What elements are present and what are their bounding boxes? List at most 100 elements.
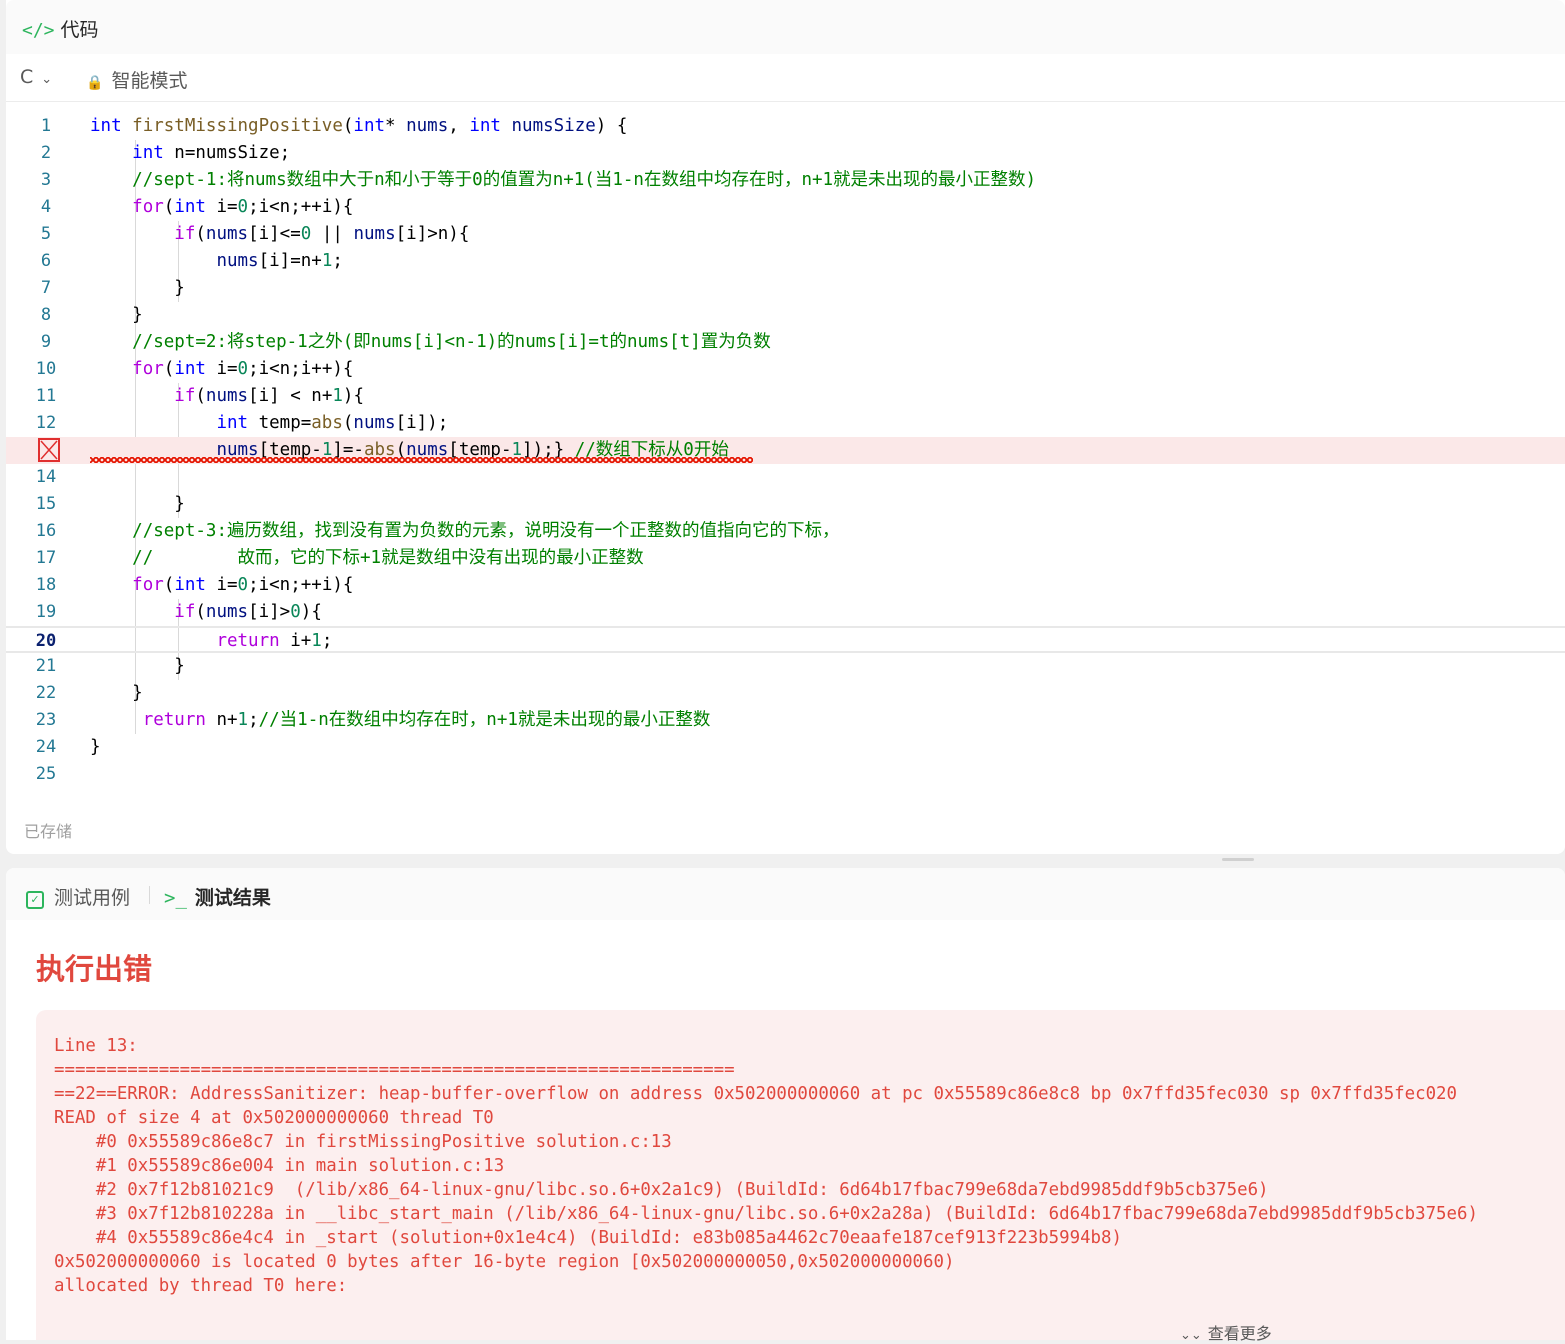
error-output-text: Line 13: ===============================… [54, 1036, 1478, 1296]
code-line[interactable]: 20 return i+1; [6, 626, 1565, 653]
smart-mode-toggle[interactable]: 🔒 智能模式 [86, 66, 187, 93]
code-token: i+ [279, 631, 312, 651]
line-number: 1 [40, 116, 52, 136]
line-number: 8 [40, 305, 52, 325]
code-text: } [90, 734, 101, 761]
code-panel-header: </> 代码 [6, 0, 1565, 54]
code-line[interactable]: 19 if(nums[i]>0){ [6, 599, 1565, 626]
code-token: nums [205, 386, 249, 406]
code-token: ( [195, 224, 206, 244]
code-text: for(int i=0;i<n;i++){ [90, 356, 353, 383]
code-token: for [132, 359, 164, 379]
code-text: if(nums[i] < n+1){ [90, 383, 364, 410]
code-token: i= [205, 359, 238, 379]
code-line[interactable]: 14 [6, 464, 1565, 491]
code-editor[interactable]: 1 int firstMissingPositive(int* nums, int… [6, 113, 1565, 793]
code-line[interactable]: nums[temp-1]=-abs(nums[temp-1]);} //数组下标… [6, 437, 1565, 464]
code-token: abs [311, 413, 343, 433]
code-token: int [469, 116, 501, 136]
line-number: 7 [40, 278, 52, 298]
code-token: } [90, 656, 185, 676]
code-token: int [353, 116, 386, 136]
code-token: , [448, 116, 470, 136]
code-title-label: 代码 [60, 19, 99, 41]
code-token: } [90, 305, 143, 325]
tab-test-result[interactable]: >_ 测试结果 [164, 883, 271, 910]
code-token: i= [205, 197, 238, 217]
code-line[interactable]: 17 // 故而，它的下标+1就是数组中没有出现的最小正整数 [6, 545, 1565, 572]
code-token: int [90, 116, 122, 136]
code-line[interactable]: 9 //sept=2:将step-1之外(即nums[i]<n-1)的nums[… [6, 329, 1565, 356]
code-line[interactable]: 15 } [6, 491, 1565, 518]
line-number: 5 [40, 224, 52, 244]
code-token: [i]> [248, 602, 291, 622]
code-token: return [216, 631, 280, 651]
code-token: for [132, 575, 164, 595]
code-line[interactable]: 12 int temp=abs(nums[i]); [6, 410, 1565, 437]
code-line[interactable]: 10 for(int i=0;i<n;i++){ [6, 356, 1565, 383]
code-icon: </> [22, 20, 55, 41]
line-number: 4 [40, 197, 52, 217]
tab-test-cases-label: 测试用例 [54, 887, 131, 909]
code-token: ){ [342, 386, 364, 406]
code-text: return n+1;//当1-n在数组中均存在时，n+1就是未出现的最小正整数 [90, 707, 711, 734]
code-token: 0 [290, 602, 301, 622]
code-token: ; [321, 631, 333, 651]
code-token: n=numsSize; [163, 143, 291, 163]
code-line[interactable]: 8 } [6, 302, 1565, 329]
code-token: ){ [300, 602, 322, 622]
code-line[interactable]: 24} [6, 734, 1565, 761]
code-line[interactable]: 4 for(int i=0;i<n;++i){ [6, 194, 1565, 221]
code-line[interactable]: 25 [6, 761, 1565, 788]
line-number: 6 [40, 251, 52, 271]
code-line[interactable]: 1 int firstMissingPositive(int* nums, int… [6, 113, 1565, 140]
code-token: } [90, 494, 185, 514]
language-select[interactable]: C ⌄ [20, 66, 52, 88]
code-line[interactable]: 2 int n=numsSize; [6, 140, 1565, 167]
tab-test-cases[interactable]: ✓ 测试用例 [26, 883, 130, 910]
code-token: [i] < n+ [248, 386, 333, 406]
code-line[interactable]: 18 for(int i=0;i<n;++i){ [6, 572, 1565, 599]
code-token: 0 [237, 197, 249, 217]
code-line[interactable]: 11 if(nums[i] < n+1){ [6, 383, 1565, 410]
code-token: ; [332, 251, 343, 271]
code-token: ;i<n;i++){ [248, 359, 354, 379]
code-token: // 故而，它的下标+1就是数组中没有出现的最小正整数 [132, 548, 644, 568]
view-more-button[interactable]: ⌄⌄ 查看更多 [1180, 1320, 1272, 1344]
code-text: //sept=2:将step-1之外(即nums[i]<n-1)的nums[i]… [90, 329, 771, 356]
editor-toolbar: C ⌄ 🔒 智能模式 [6, 54, 1565, 102]
error-x-icon[interactable] [38, 438, 60, 462]
code-line[interactable]: 5 if(nums[i]<=0 || nums[i]>n){ [6, 221, 1565, 248]
code-text: } [90, 275, 185, 302]
result-panel: ✓ 测试用例 >_ 测试结果 执行出错 Line 13: =============… [6, 868, 1565, 1343]
code-line[interactable]: 3 //sept-1:将nums数组中大于n和小于等于0的值置为n+1(当1-n… [6, 167, 1565, 194]
code-text: nums[i]=n+1; [90, 248, 343, 275]
code-token: [i]<= [248, 224, 301, 244]
code-token: if [174, 386, 196, 406]
code-token: [i]=n+ [258, 251, 322, 271]
code-text: for(int i=0;i<n;++i){ [90, 572, 353, 599]
code-line[interactable]: 23 return n+1;//当1-n在数组中均存在时，n+1就是未出现的最小… [6, 707, 1565, 734]
code-token: return [142, 710, 206, 730]
code-line[interactable]: 16 //sept-3:遍历数组，找到没有置为负数的元素，说明没有一个正整数的值… [6, 518, 1565, 545]
code-line[interactable]: 22 } [6, 680, 1565, 707]
code-line[interactable]: 21 } [6, 653, 1565, 680]
code-panel: </> 代码 C ⌄ 🔒 智能模式 1 int firstMissingPositive… [6, 0, 1565, 854]
code-token: [i]>n){ [395, 224, 470, 244]
code-token: ) { [595, 116, 628, 136]
code-token: ( [195, 602, 206, 622]
code-token: 0 [237, 575, 249, 595]
code-text: //sept-3:遍历数组，找到没有置为负数的元素，说明没有一个正整数的值指向它… [90, 518, 839, 545]
code-token: //sept-3:遍历数组，找到没有置为负数的元素，说明没有一个正整数的值指向它… [132, 521, 840, 541]
code-line[interactable]: 7 } [6, 275, 1565, 302]
code-line[interactable]: 6 nums[i]=n+1; [6, 248, 1565, 275]
code-token: n+ [205, 710, 238, 730]
panel-resize-handle[interactable] [1222, 858, 1254, 861]
